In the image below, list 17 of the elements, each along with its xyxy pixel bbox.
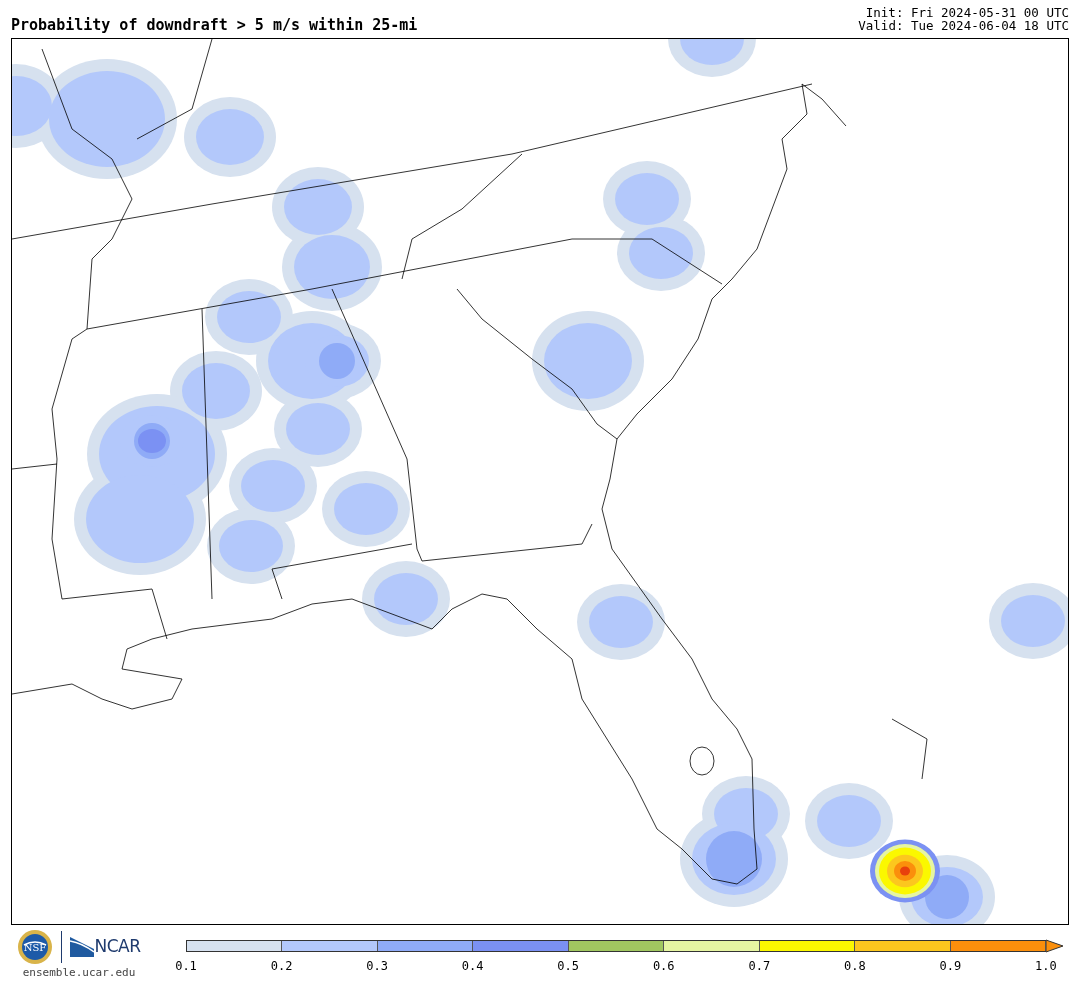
colorbar-tick-label: 0.9: [938, 958, 963, 975]
map-title: Probability of downdraft > 5 m/s within 25-mi: [11, 15, 418, 36]
website-url: ensemble.ucar.edu: [22, 965, 136, 981]
colorbar-tick-label: 0.7: [747, 958, 772, 975]
colorbar-tick-label: 0.1: [174, 958, 198, 975]
colorbar-tick-label: 0.5: [556, 958, 581, 975]
colorbar-tick-label: 0.2: [269, 958, 294, 975]
globe-seal-icon: NSF: [17, 929, 54, 965]
logo-text: NCAR: [94, 935, 141, 959]
colorbar-tick-label: 0.3: [365, 958, 389, 975]
init-time: Init: Fri 2024-05-31 00 UTC: [864, 6, 1069, 20]
colorbar-tick-label: 0.6: [651, 958, 676, 975]
valid-time: Valid: Tue 2024-06-04 18 UTC: [858, 19, 1069, 33]
colorbar-tick-label: 0.4: [460, 958, 485, 975]
wave-logo-icon: [70, 937, 95, 957]
colorbar-tick-label: 1.0: [1034, 958, 1058, 975]
colorbar-tick-label: 0.8: [843, 958, 867, 975]
